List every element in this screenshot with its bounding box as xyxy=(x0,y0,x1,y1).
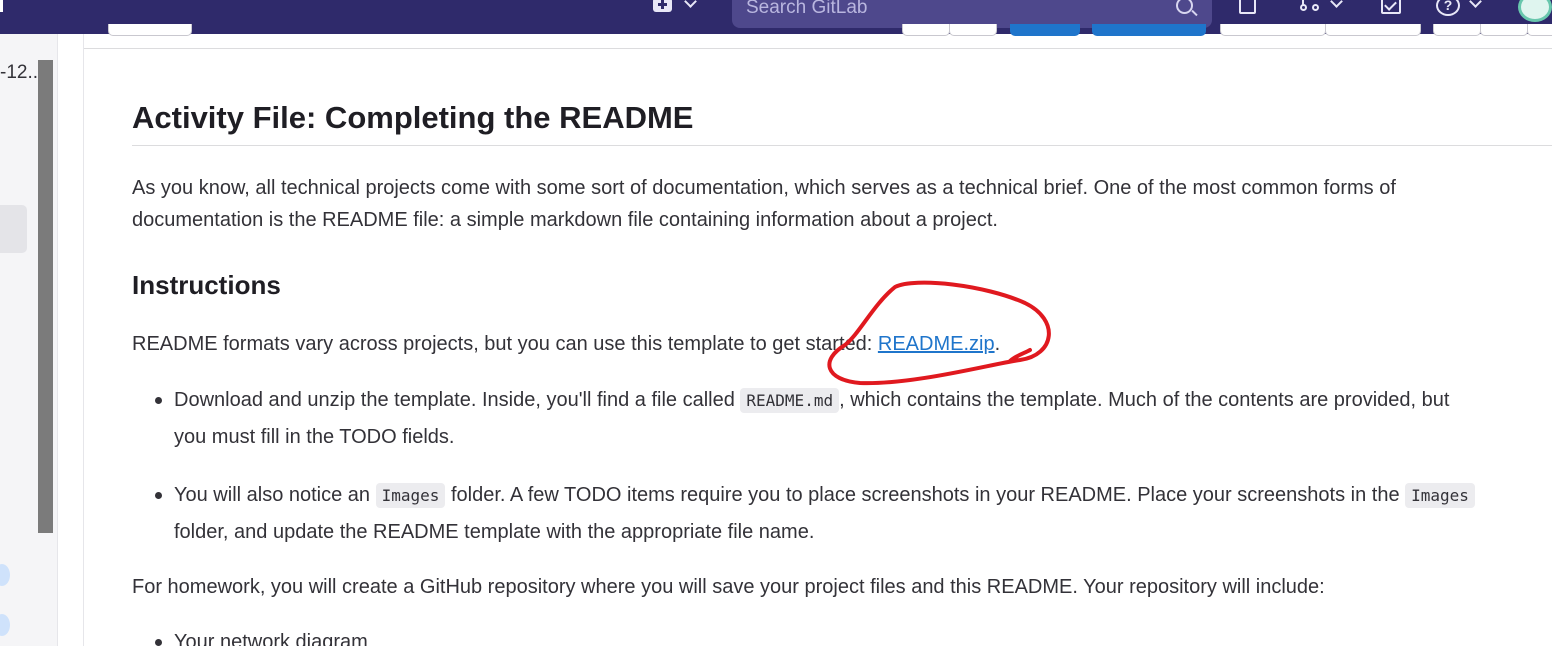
bullet-dot xyxy=(155,492,162,499)
toolbar-button[interactable] xyxy=(1220,24,1326,36)
toolbar-divider xyxy=(84,48,1552,49)
images-code: Images xyxy=(1405,483,1475,508)
toolbar-button[interactable] xyxy=(1480,24,1528,36)
bullet3-text: Your network diagram xyxy=(174,631,368,646)
sidebar-active-item[interactable] xyxy=(0,205,27,253)
toolbar-button[interactable] xyxy=(1527,24,1552,36)
bullet2-text-a: You will also notice an xyxy=(174,484,376,506)
homework-paragraph: For homework, you will create a GitHub r… xyxy=(132,571,1532,603)
todo-check-icon[interactable] xyxy=(1381,0,1401,14)
toolbar-button[interactable] xyxy=(1325,24,1421,36)
template-text: README formats vary across projects, but… xyxy=(132,333,878,355)
intro-line-1: As you know, all technical projects come… xyxy=(132,177,1396,199)
sidebar-status-dot[interactable] xyxy=(0,614,10,636)
bullet1-text-b: , which contains the template. Much of t… xyxy=(839,389,1450,411)
toolbar-button[interactable] xyxy=(949,24,997,36)
instructions-heading: Instructions xyxy=(132,270,281,300)
bullet2-line2: folder, and update the README template w… xyxy=(174,521,815,543)
doc-edit-icon[interactable] xyxy=(1239,0,1256,14)
page-title: Activity File: Completing the README xyxy=(132,100,694,135)
toolbar-primary-button[interactable] xyxy=(1010,24,1080,36)
menu-edge-icon[interactable] xyxy=(0,0,6,12)
intro-line-2: documentation is the README file: a simp… xyxy=(132,209,998,231)
readme-zip-link[interactable]: README.zip xyxy=(878,333,995,355)
toolbar-button[interactable] xyxy=(902,24,950,36)
avatar[interactable] xyxy=(1518,0,1552,22)
content-border xyxy=(83,34,84,646)
create-new-icon[interactable] xyxy=(653,0,672,12)
toolbar-button[interactable] xyxy=(1433,24,1481,36)
bullet-dot xyxy=(155,397,162,404)
bullet2-text-b: folder. A few TODO items require you to … xyxy=(445,484,1406,506)
template-end: . xyxy=(994,333,1001,355)
homework-text: For homework, you will create a GitHub r… xyxy=(132,576,1325,598)
images-code: Images xyxy=(375,483,446,508)
bullet1-line2: you must fill in the TODO fields. xyxy=(174,426,455,448)
search-icon[interactable] xyxy=(1176,0,1193,14)
chevron-down-icon[interactable] xyxy=(684,0,697,8)
sidebar-scrollbar[interactable] xyxy=(38,60,53,533)
template-paragraph: README formats vary across projects, but… xyxy=(132,328,1532,360)
title-divider xyxy=(132,145,1552,146)
sidebar-status-dot[interactable] xyxy=(0,564,10,586)
toolbar-primary-button[interactable] xyxy=(1092,24,1206,36)
left-sidebar: -12.. xyxy=(0,34,58,646)
toolbar-button[interactable] xyxy=(108,24,192,36)
chevron-down-icon[interactable] xyxy=(1469,0,1482,8)
intro-paragraph: As you know, all technical projects come… xyxy=(132,172,1532,236)
readme-md-code: README.md xyxy=(740,388,840,413)
help-icon[interactable]: ? xyxy=(1436,0,1460,16)
search-placeholder: Search GitLab xyxy=(746,0,868,18)
bullet1-text-a: Download and unzip the template. Inside,… xyxy=(174,389,741,411)
bullet-dot xyxy=(155,639,162,646)
chevron-down-icon[interactable] xyxy=(1330,0,1343,8)
sidebar-truncated-label[interactable]: -12.. xyxy=(0,62,38,84)
merge-request-icon[interactable] xyxy=(1300,0,1320,14)
